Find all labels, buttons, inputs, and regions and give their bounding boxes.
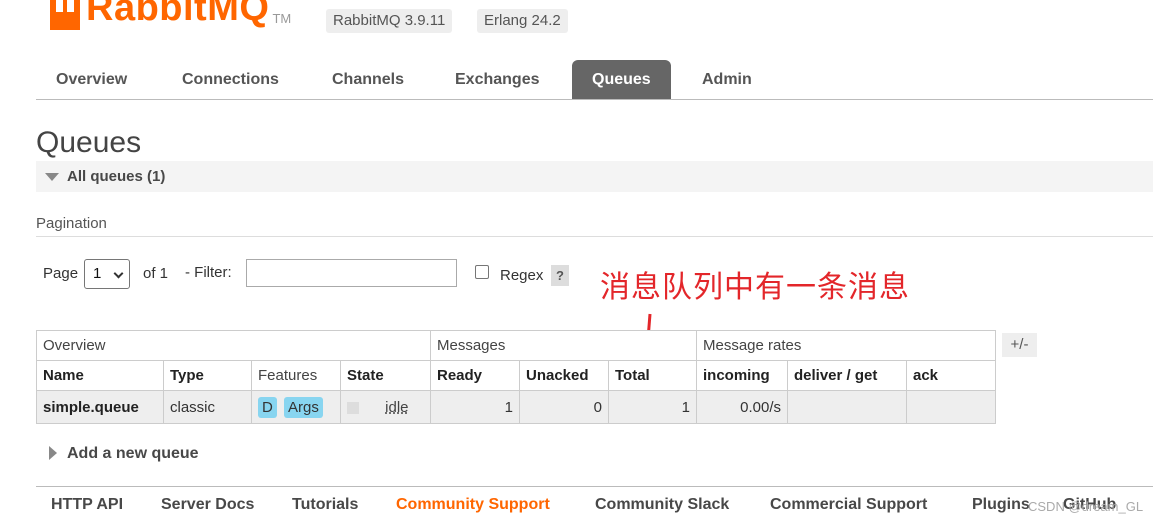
queue-state: idle (340, 390, 431, 424)
column-header-state[interactable]: State (340, 360, 431, 391)
messages-unacked: 0 (519, 390, 609, 424)
messages-total: 1 (608, 390, 697, 424)
queues-table: Overview Messages Message rates Name Typ… (36, 330, 996, 424)
column-header-type[interactable]: Type (163, 360, 252, 391)
queue-features: D Args (251, 390, 341, 424)
feature-badge-durable: D (258, 396, 277, 418)
column-header-name[interactable]: Name (36, 360, 164, 391)
add-new-queue-toggle[interactable]: Add a new queue (67, 445, 199, 463)
queue-type: classic (163, 390, 252, 424)
footer-link-tutorials[interactable]: Tutorials (292, 496, 358, 514)
group-overview: Overview (36, 330, 431, 361)
column-header-deliver-get[interactable]: deliver / get (787, 360, 907, 391)
expand-triangle-icon (49, 446, 57, 460)
footer-link-plugins[interactable]: Plugins (972, 496, 1030, 514)
footer-divider (36, 486, 1153, 487)
footer-link-server-docs[interactable]: Server Docs (161, 496, 254, 514)
state-label: idle (385, 398, 409, 416)
table-row: simple.queue classic D Args idle 1 0 1 0… (36, 390, 996, 424)
rate-deliver-get (787, 390, 907, 424)
column-header-ack[interactable]: ack (906, 360, 996, 391)
footer-link-http-api[interactable]: HTTP API (51, 496, 123, 514)
footer-link-commercial-support[interactable]: Commercial Support (770, 496, 927, 514)
column-header-ready[interactable]: Ready (430, 360, 520, 391)
column-header-unacked[interactable]: Unacked (519, 360, 609, 391)
toggle-columns-button[interactable]: +/- (1002, 333, 1037, 357)
state-indicator-icon (347, 401, 359, 414)
footer-link-community-slack[interactable]: Community Slack (595, 496, 729, 514)
rate-ack (906, 390, 996, 424)
watermark: CSDN @dream_GL (1028, 499, 1144, 514)
rate-incoming: 0.00/s (696, 390, 788, 424)
group-messages: Messages (430, 330, 697, 361)
column-header-incoming[interactable]: incoming (696, 360, 788, 391)
footer-link-community-support[interactable]: Community Support (396, 496, 550, 514)
queue-name-link[interactable]: simple.queue (36, 390, 164, 424)
feature-badge-args: Args (284, 396, 323, 418)
column-header-total[interactable]: Total (608, 360, 697, 391)
group-message-rates: Message rates (696, 330, 996, 361)
column-header-features: Features (251, 360, 341, 391)
messages-ready: 1 (430, 390, 520, 424)
